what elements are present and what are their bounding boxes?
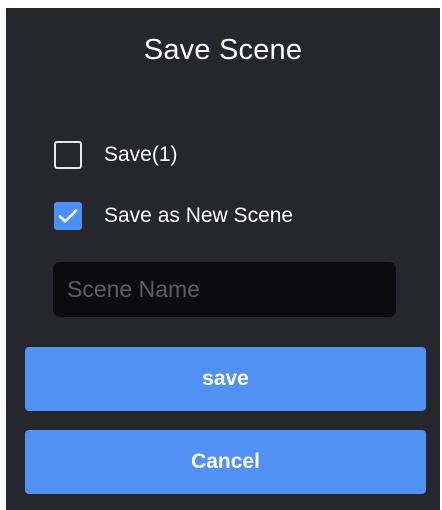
checkmark-icon bbox=[58, 209, 78, 223]
save-as-new-scene-option[interactable]: Save as New Scene bbox=[54, 199, 293, 233]
save-option[interactable]: Save(1) bbox=[54, 138, 178, 172]
dialog-title: Save Scene bbox=[143, 34, 303, 66]
cancel-button[interactable]: Cancel bbox=[25, 430, 426, 494]
scene-name-input[interactable] bbox=[53, 262, 396, 317]
save-scene-dialog: Save Scene Save(1) Save as New Scene sav… bbox=[6, 8, 440, 510]
save-as-new-scene-label: Save as New Scene bbox=[104, 204, 294, 227]
save-as-new-scene-checkbox[interactable] bbox=[54, 202, 82, 230]
save-checkbox[interactable] bbox=[54, 141, 82, 169]
save-button[interactable]: save bbox=[25, 347, 426, 411]
save-option-label: Save(1) bbox=[104, 143, 178, 166]
